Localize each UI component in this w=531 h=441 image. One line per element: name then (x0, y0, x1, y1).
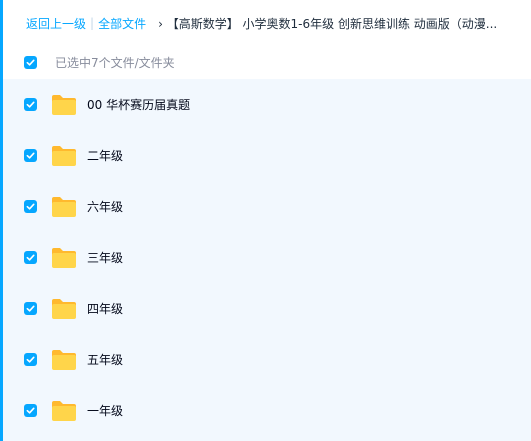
folder-icon (51, 196, 77, 218)
checkmark-icon (26, 356, 35, 363)
folder-icon (51, 145, 77, 167)
file-row[interactable]: 六年级 (3, 181, 531, 232)
file-row[interactable]: 五年级 (3, 334, 531, 385)
file-list: 00 华杯赛历届真题 二年级 六年级 三年级 四年级 五年级 一年级 (3, 79, 531, 441)
file-row[interactable]: 四年级 (3, 283, 531, 334)
folder-icon (51, 94, 77, 116)
file-row[interactable]: 00 华杯赛历届真题 (3, 79, 531, 130)
file-checkbox[interactable] (24, 200, 37, 213)
checkmark-icon (26, 203, 35, 210)
file-checkbox[interactable] (24, 404, 37, 417)
folder-icon (51, 400, 77, 422)
file-name[interactable]: 一年级 (87, 402, 123, 419)
checkmark-icon (26, 254, 35, 261)
selection-header: 已选中7个文件/文件夹 (24, 52, 175, 72)
select-all-checkbox[interactable] (24, 55, 37, 69)
folder-icon (51, 349, 77, 371)
selection-count: 已选中7个文件/文件夹 (55, 55, 175, 70)
file-checkbox[interactable] (24, 353, 37, 366)
all-files-link[interactable]: 全部文件 (98, 15, 146, 32)
file-name[interactable]: 二年级 (87, 147, 123, 164)
folder-icon (51, 247, 77, 269)
checkmark-icon (26, 101, 35, 108)
file-name[interactable]: 四年级 (87, 300, 123, 317)
current-folder-title: › 【高斯数学】 小学奥数1-6年级 创新思维训练 动画版（动漫... (158, 15, 497, 32)
file-row[interactable]: 二年级 (3, 130, 531, 181)
file-name[interactable]: 三年级 (87, 249, 123, 266)
file-row[interactable]: 三年级 (3, 232, 531, 283)
file-row[interactable]: 一年级 (3, 385, 531, 436)
file-name[interactable]: 00 华杯赛历届真题 (87, 96, 190, 113)
back-link[interactable]: 返回上一级 (26, 15, 86, 32)
file-checkbox[interactable] (24, 149, 37, 162)
file-name[interactable]: 六年级 (87, 198, 123, 215)
current-folder-name: 【高斯数学】 小学奥数1-6年级 创新思维训练 动画版（动漫... (166, 16, 498, 31)
breadcrumb-arrow: › (158, 16, 163, 31)
checkmark-icon (26, 305, 35, 312)
file-checkbox[interactable] (24, 302, 37, 315)
breadcrumb: 返回上一级 | 全部文件 › 【高斯数学】 小学奥数1-6年级 创新思维训练 动… (26, 14, 497, 32)
folder-icon (51, 298, 77, 320)
file-name[interactable]: 五年级 (87, 351, 123, 368)
file-checkbox[interactable] (24, 98, 37, 111)
checkmark-icon (26, 152, 35, 159)
breadcrumb-separator: | (90, 16, 95, 30)
file-checkbox[interactable] (24, 251, 37, 264)
checkmark-icon (26, 407, 35, 414)
checkmark-icon (26, 59, 35, 66)
